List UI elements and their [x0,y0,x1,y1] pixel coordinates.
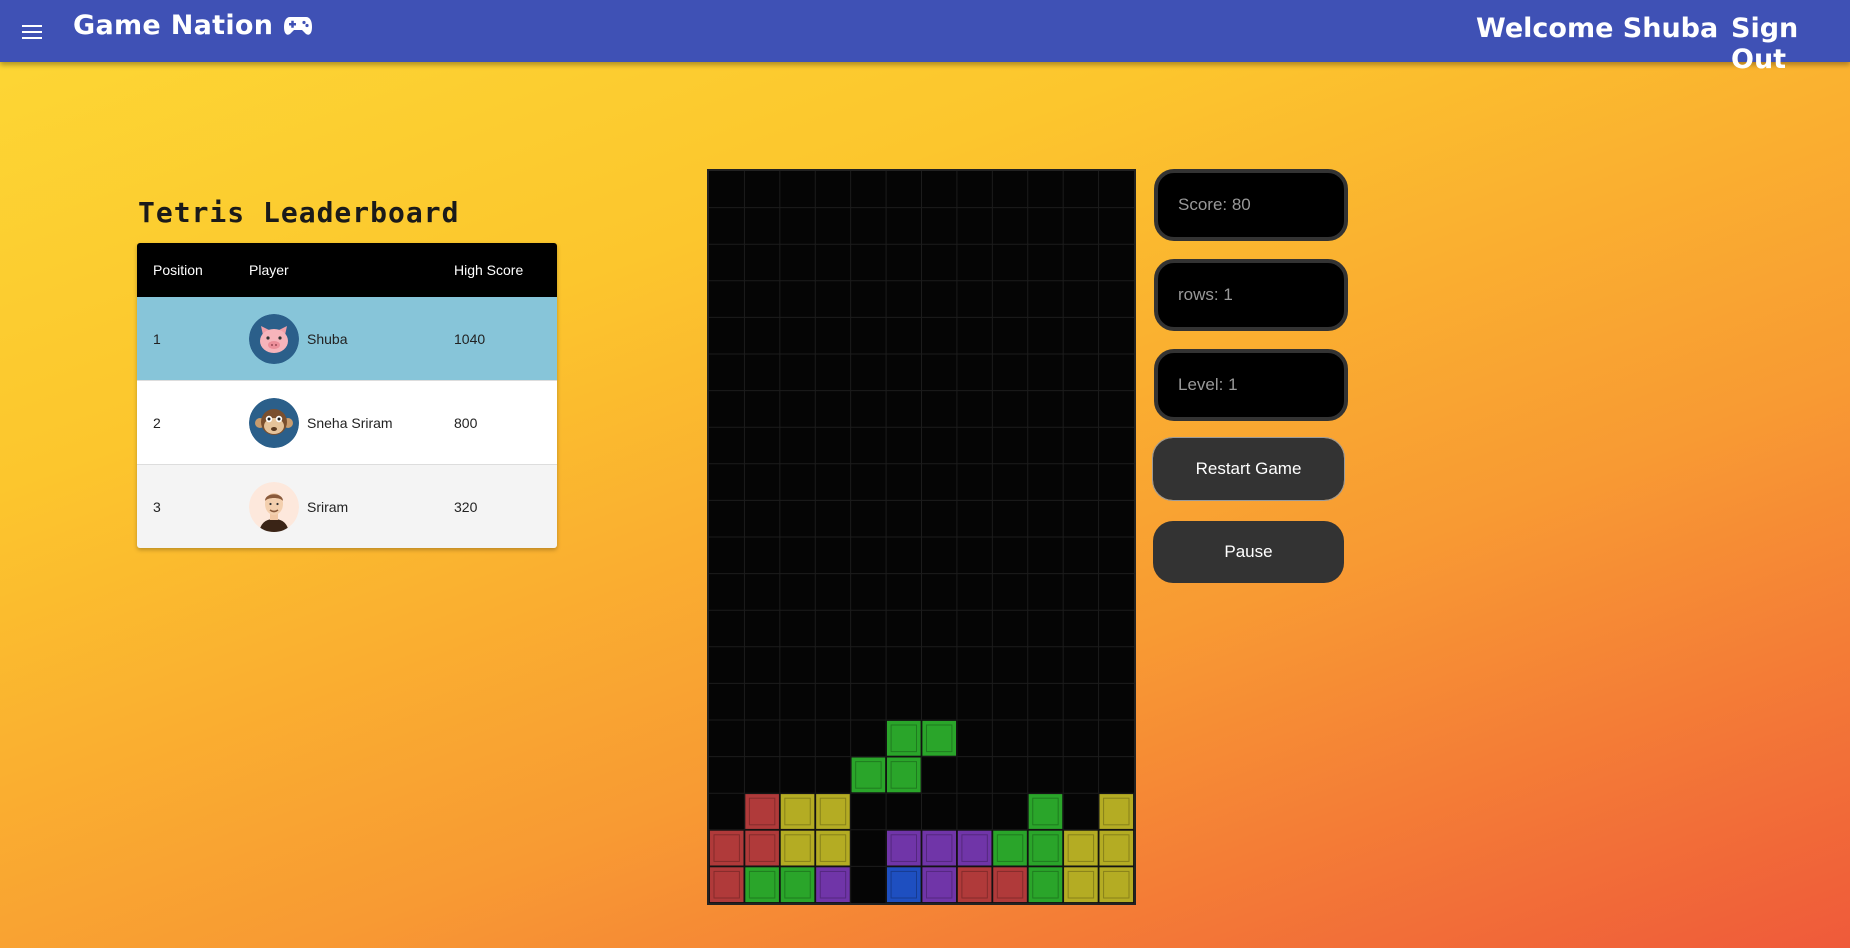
menu-icon[interactable] [18,18,46,46]
tetris-block [921,829,957,867]
tetris-block [1098,829,1134,867]
tetris-block [1027,793,1064,830]
row-position: 2 [153,414,161,431]
tetris-block [1098,866,1134,903]
row-position: 1 [153,330,161,347]
player-name: Shuba [307,330,348,347]
col-position: Position [153,262,203,278]
row-score: 800 [454,414,478,431]
row-score: 1040 [454,330,486,347]
tetris-block [815,829,851,867]
tetris-block [957,866,993,903]
brand[interactable]: Game Nation [73,10,313,41]
tetris-block [886,866,922,903]
pig-avatar-icon [249,313,299,364]
monkey-avatar-icon [249,397,299,448]
tetris-block [1098,793,1134,830]
tetris-block [779,829,816,867]
tetris-block [1063,866,1099,903]
tetris-board[interactable] [707,169,1136,905]
tetris-grid [709,171,1134,903]
table-row: 3 Sriram 320 [137,464,557,548]
table-row: 2 Sneha Sriram 800 [137,380,557,464]
tetris-block [709,829,745,867]
player-name: Sneha Sriram [307,414,393,431]
tetris-block [779,866,816,903]
tetris-block [1027,866,1064,903]
gamepad-icon [284,16,313,35]
tetris-block [850,756,886,794]
col-high-score: High Score [454,262,524,278]
tetris-block [815,866,851,903]
score-text: Score: 80 [1178,195,1251,214]
tetris-block [921,720,957,757]
tetris-block [886,829,922,867]
tetris-block [992,866,1028,903]
tetris-block [744,829,780,867]
tetris-block [957,829,993,867]
man-avatar-icon [249,481,299,532]
tetris-block [886,720,922,757]
level-text: Level: 1 [1178,375,1238,394]
tetris-block [921,866,957,903]
brand-title: Game Nation [73,10,274,41]
tetris-block [1063,829,1099,867]
restart-game-button[interactable]: Restart Game [1152,437,1345,501]
table-header: Position Player High Score [137,243,557,297]
leaderboard-title: Tetris Leaderboard [138,196,460,229]
col-player: Player [249,262,289,278]
row-position: 3 [153,498,161,515]
welcome-text: Welcome Shuba [1476,13,1719,44]
tetris-block [886,756,922,794]
tetris-block [815,793,851,830]
tetris-block [1027,829,1064,867]
level-display: Level: 1 [1154,349,1348,421]
score-display: Score: 80 [1154,169,1348,241]
tetris-block [744,793,780,830]
tetris-block [744,866,780,903]
player-name: Sriram [307,498,349,515]
app-bar: Game Nation Welcome Shuba Sign Out [0,0,1850,75]
tetris-block [779,793,816,830]
table-row: 1 Shuba 1040 [137,297,557,380]
tetris-block [992,829,1028,867]
pause-button[interactable]: Pause [1153,521,1344,583]
tetris-block [709,866,745,903]
leaderboard-table: Position Player High Score 1 Shuba 1040 … [137,243,557,548]
rows-text: rows: 1 [1178,285,1233,304]
row-score: 320 [454,498,478,515]
sign-out-button[interactable]: Sign Out [1731,13,1850,75]
rows-display: rows: 1 [1154,259,1348,331]
